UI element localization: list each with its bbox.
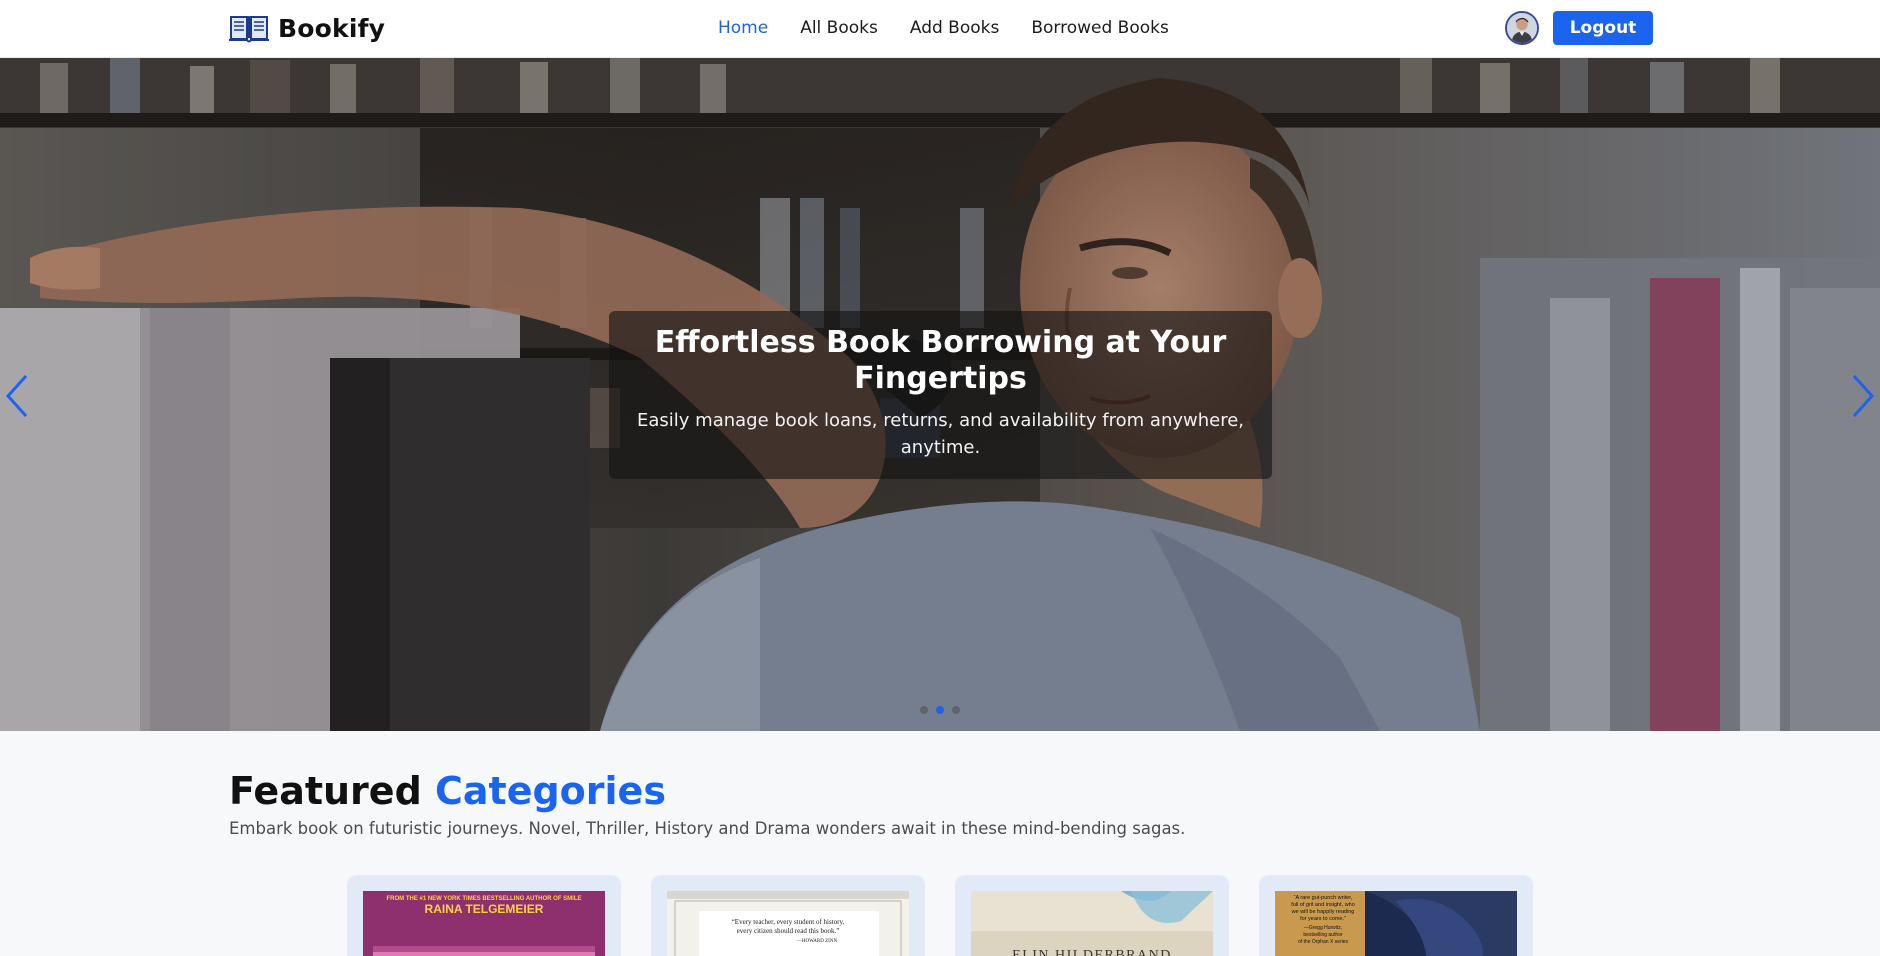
featured-description: Embark book on futuristic journeys. Nove… [229,819,1186,838]
nav-link-add-books[interactable]: Add Books [910,18,999,38]
chevron-left-icon [5,374,28,418]
category-card-novel[interactable]: ELIN HILDERBRAND [955,875,1229,956]
carousel-dot[interactable] [952,706,960,714]
featured-heading: Featured Categories [229,768,666,814]
nav-link-borrowed-books[interactable]: Borrowed Books [1031,18,1169,38]
category-card-history[interactable]: “Every teacher, every student of history… [651,875,925,956]
chevron-right-icon [1852,374,1875,418]
avatar-portrait-icon [1507,13,1537,43]
brand-logo-link[interactable]: Bookify [229,12,385,44]
category-cards: FROM THE #1 NEW YORK TIMES BESTSELLING A… [347,875,1533,956]
carousel-next-button[interactable] [1846,368,1880,424]
cover-quote-line2: full of grit and insight, who [1291,902,1355,908]
featured-heading-plain: Featured [229,769,422,813]
category-card-drama[interactable]: FROM THE #1 NEW YORK TIMES BESTSELLING A… [347,875,621,956]
cover-quote-by: —HOWARD ZINN [796,939,838,944]
brand-name: Bookify [278,13,386,43]
book-cover-novel: ELIN HILDERBRAND [971,891,1213,956]
cover-quote-by-line3: of the Orphan X series [1298,939,1349,945]
cover-quote-line2: every citizen should read this book.” [737,927,840,935]
cover-author: RAINA TELGEMEIER [425,902,544,916]
featured-categories-section: Featured Categories Embark book on futur… [0,731,1880,956]
cover-quote-line4: for years to come.” [1300,916,1346,922]
main-nav: Home All Books Add Books Borrowed Books [718,0,1169,56]
carousel-dot-active[interactable] [936,706,944,714]
nav-link-home[interactable]: Home [718,18,768,38]
carousel-prev-button[interactable] [0,368,34,424]
hero-subtitle: Easily manage book loans, returns, and a… [637,410,1245,458]
book-cover-thriller: “A rare gut-punch writer, full of grit a… [1275,891,1517,956]
open-book-icon [229,16,269,43]
cover-quote-by: —Gregg Hurwitz, [1304,925,1342,931]
cover-author: ELIN HILDERBRAND [1012,948,1172,956]
featured-heading-accent: Categories [435,769,666,813]
cover-quote: “A rare gut-punch writer, [1294,895,1353,901]
hero-title: Effortless Book Borrowing at Your Finger… [654,325,1227,396]
hero-caption: Effortless Book Borrowing at Your Finger… [609,311,1272,479]
cover-quote-line3: we will be happily reading [1291,909,1355,915]
cover-quote: “Every teacher, every student of history… [732,918,845,926]
cover-quote-by-line2: bestselling author [1303,932,1343,938]
carousel-dot[interactable] [920,706,928,714]
book-cover-drama: FROM THE #1 NEW YORK TIMES BESTSELLING A… [363,891,605,956]
navbar: Bookify Home All Books Add Books Borrowe… [0,0,1880,58]
hero-carousel: Effortless Book Borrowing at Your Finger… [0,58,1880,731]
category-card-thriller[interactable]: “A rare gut-punch writer, full of grit a… [1259,875,1533,956]
book-cover-history: “Every teacher, every student of history… [667,891,909,956]
carousel-indicators [920,706,960,714]
nav-link-all-books[interactable]: All Books [800,18,878,38]
user-avatar[interactable] [1505,11,1539,45]
logout-button[interactable]: Logout [1553,11,1653,45]
